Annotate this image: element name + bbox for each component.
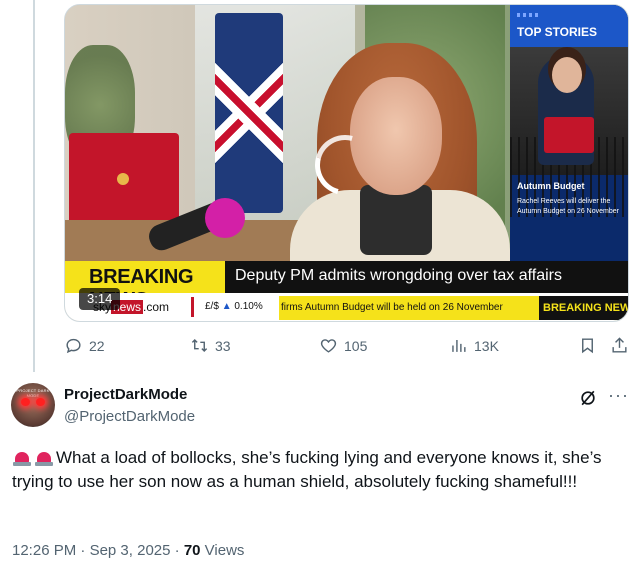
dots-icon: [517, 13, 541, 17]
red-box: [69, 133, 179, 225]
repost-count: 33: [215, 337, 231, 354]
reply-button[interactable]: 22: [64, 336, 105, 355]
top-stories-header: TOP STORIES: [510, 5, 628, 47]
breaking-news-headline: Deputy PM admits wrongdoing over tax aff…: [235, 267, 562, 284]
analytics-icon: [452, 339, 466, 352]
ticker-scroll-text: firms Autumn Budget will be held on 26 N…: [279, 296, 539, 320]
avatar[interactable]: PROJECT DARK MODE: [11, 383, 55, 427]
top-stories-label: TOP STORIES: [517, 25, 598, 39]
reply-icon: [66, 338, 81, 354]
up-triangle-icon: ▲: [221, 301, 232, 312]
share-button[interactable]: [610, 336, 635, 355]
like-count: 105: [344, 337, 368, 354]
fx-change: 0.10%: [234, 301, 263, 312]
person-top: [360, 185, 432, 255]
bookmark-button[interactable]: [578, 336, 603, 355]
tweet-metadata: 12:26 PM · Sep 3, 2025 · 70 Views: [12, 542, 245, 559]
more-options-icon[interactable]: ···: [608, 386, 628, 408]
ticker-breaking-label: BREAKING NEWS: [539, 296, 628, 320]
budget-red-box: [544, 117, 594, 153]
site-suffix: .com: [143, 300, 170, 314]
tweet-actions-bar: 22 33 105 13K: [64, 336, 629, 360]
user-handle[interactable]: @ProjectDarkMode: [64, 408, 195, 425]
repost-icon: [191, 338, 208, 353]
tweet-time[interactable]: 12:26 PM: [12, 542, 76, 559]
repost-button[interactable]: 33: [190, 336, 231, 355]
siren-emoji-icon: [34, 448, 54, 466]
view-count: 70: [183, 542, 201, 559]
views-count: 13K: [474, 337, 499, 354]
tweet-text: What a load of bollocks, she’s fucking l…: [12, 448, 602, 491]
video-duration-badge: 3:14: [79, 288, 121, 310]
grok-icon[interactable]: [578, 388, 598, 408]
tweet-body: What a load of bollocks, she’s fucking l…: [12, 446, 632, 494]
thread-connector-line: [33, 0, 35, 372]
top-stories-panel: TOP STORIES Autumn Budget Rachel Reeves …: [510, 5, 628, 261]
video-player[interactable]: TOP STORIES Autumn Budget Rachel Reeves …: [64, 4, 629, 322]
union-flag: [215, 13, 283, 213]
views-button[interactable]: 13K: [449, 336, 499, 355]
heart-icon: [320, 339, 337, 353]
bookmark-icon: [582, 338, 593, 354]
top-stories-figure-head: [552, 57, 582, 93]
avatar-glowing-eyes: [21, 398, 45, 406]
microphone-foam: [205, 198, 245, 238]
share-icon: [612, 337, 627, 353]
top-stories-description: Rachel Reeves will deliver the Autumn Bu…: [517, 198, 619, 215]
reply-count: 22: [89, 337, 105, 354]
like-button[interactable]: 105: [319, 336, 367, 355]
fx-rate: £/$ ▲ 0.10%: [205, 301, 263, 312]
views-label: Views: [204, 542, 245, 559]
avatar-text: PROJECT DARK MODE: [16, 388, 50, 398]
breaking-news-bar: BREAKING NEWS Deputy PM admits wrongdoin…: [65, 261, 628, 311]
ticker-divider: [191, 297, 194, 317]
tweet-date[interactable]: Sep 3, 2025: [90, 542, 171, 559]
display-name[interactable]: ProjectDarkMode: [64, 386, 187, 403]
news-ticker: skynews.com £/$ ▲ 0.10% firms Autumn Bud…: [65, 293, 628, 321]
top-stories-title: Autumn Budget: [517, 181, 585, 191]
fx-label: £/$: [205, 301, 219, 312]
siren-emoji-icon: [12, 448, 32, 466]
